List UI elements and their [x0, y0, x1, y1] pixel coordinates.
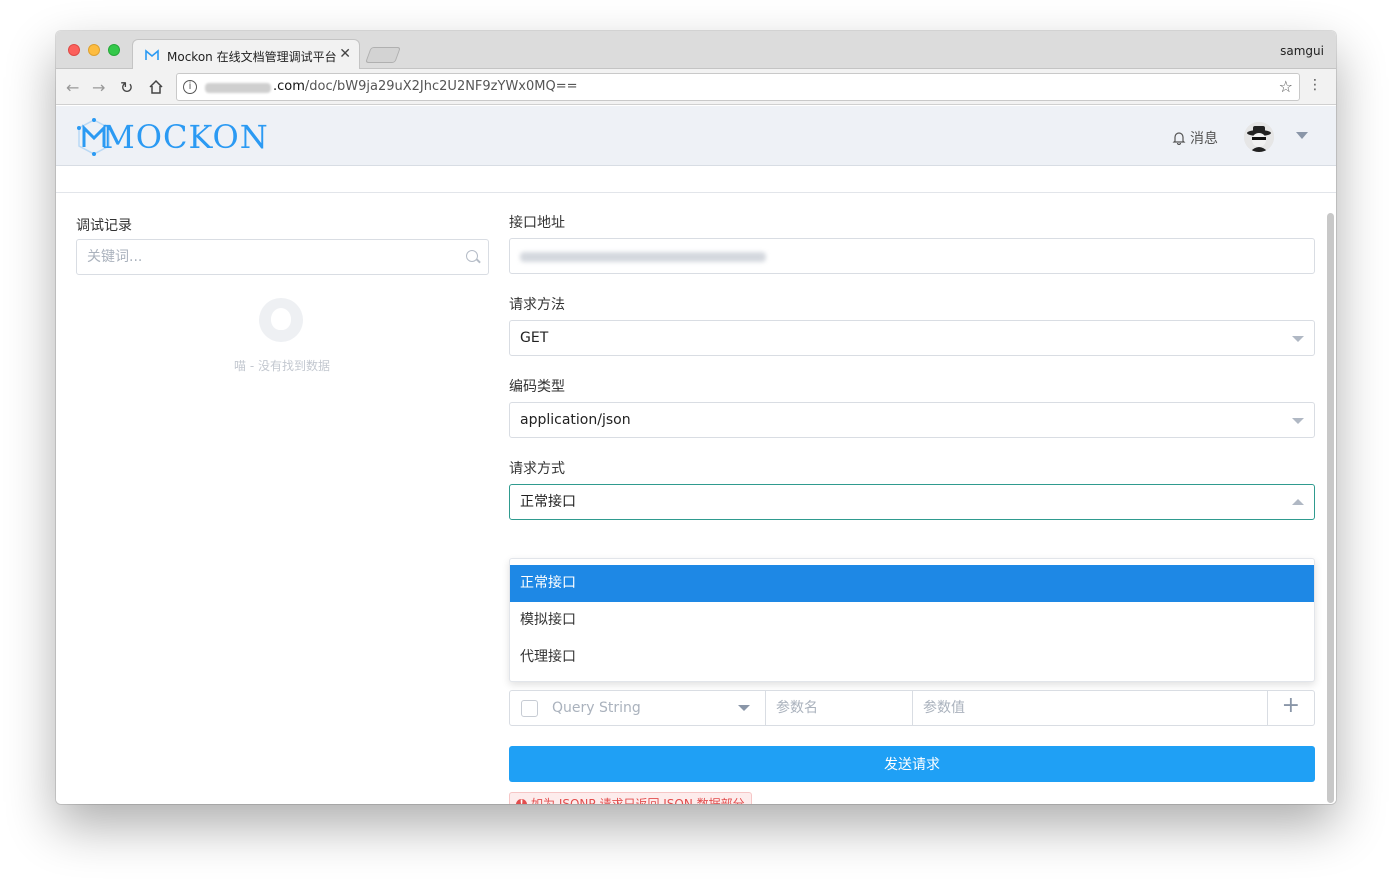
bookmark-star-icon[interactable]: ☆ [1279, 77, 1293, 96]
mode-dropdown: 正常接口 模拟接口 代理接口 [509, 558, 1315, 682]
mode-label: 请求方式 [509, 461, 565, 477]
avatar-hat-icon [1244, 122, 1274, 152]
method-select[interactable]: GET [509, 320, 1315, 356]
tab-close-icon[interactable]: ✕ [339, 46, 351, 62]
new-tab-button[interactable] [365, 47, 401, 63]
blurred-domain [205, 83, 271, 93]
mockon-favicon-icon [145, 49, 159, 60]
url-input[interactable]: i .com/doc/bW9ja29uX2Jhc2U2NF9zYWx0MQ== … [176, 73, 1300, 101]
user-avatar[interactable] [1244, 122, 1274, 152]
divider [1267, 691, 1268, 725]
bell-icon [1172, 132, 1186, 145]
blurred-url-value [520, 252, 766, 262]
browser-user-label[interactable]: samgui [1280, 44, 1324, 58]
url-text: .com/doc/bW9ja29uX2Jhc2U2NF9zYWx0MQ== [273, 79, 578, 94]
main-content: 调试记录 关键词... 喵 - 没有找到数据 接口地址 请求方法 GET 编码类… [56, 193, 1336, 804]
browser-window: Mockon 在线文档管理调试平台 ✕ samgui ← → ↻ i .com/… [56, 31, 1336, 804]
history-label: 调试记录 [76, 218, 132, 234]
home-icon[interactable] [148, 79, 164, 95]
reload-icon[interactable]: ↻ [120, 78, 133, 97]
tip-text: 如为 JSONP 请求只返回 JSON 数据部分 [531, 797, 745, 804]
app-header: MOCKON 消息 [56, 106, 1336, 166]
param-checkbox[interactable] [521, 700, 538, 717]
param-value-input[interactable]: 参数值 [923, 691, 965, 725]
mode-select[interactable]: 正常接口 [509, 484, 1315, 520]
address-bar: ← → ↻ i .com/doc/bW9ja29uX2Jhc2U2NF9zYWx… [56, 69, 1336, 105]
method-value: GET [520, 330, 549, 346]
close-window-button[interactable] [68, 44, 80, 56]
browser-menu-icon[interactable]: ⋮ [1308, 77, 1322, 93]
github-icon [259, 298, 303, 342]
alert-icon: ! [516, 798, 527, 804]
site-info-icon[interactable]: i [183, 80, 197, 94]
api-url-input[interactable] [509, 238, 1315, 274]
mockon-logo[interactable]: MOCKON [76, 118, 269, 156]
param-type-select[interactable]: Query String [552, 691, 641, 725]
history-search-input[interactable]: 关键词... [76, 239, 489, 275]
encoding-label: 编码类型 [509, 379, 565, 395]
encoding-select[interactable]: application/json [509, 402, 1315, 438]
send-request-button[interactable]: 发送请求 [509, 746, 1315, 782]
chevron-down-icon [1292, 418, 1304, 424]
chevron-down-icon[interactable] [1296, 132, 1308, 139]
encoding-value: application/json [520, 412, 631, 428]
back-icon[interactable]: ← [66, 78, 79, 97]
divider [765, 691, 766, 725]
browser-tab[interactable]: Mockon 在线文档管理调试平台 ✕ [132, 39, 360, 70]
messages-link[interactable]: 消息 [1172, 128, 1218, 148]
search-placeholder: 关键词... [87, 249, 143, 265]
scrollbar[interactable] [1327, 213, 1334, 803]
method-label: 请求方法 [509, 297, 565, 313]
param-row: Query String 参数名 参数值 + [509, 690, 1315, 726]
title-bar: Mockon 在线文档管理调试平台 ✕ samgui [56, 31, 1336, 70]
search-icon[interactable] [466, 250, 478, 262]
chevron-down-icon[interactable] [738, 705, 750, 711]
chevron-down-icon [1292, 336, 1304, 342]
maximize-window-button[interactable] [108, 44, 120, 56]
param-name-input[interactable]: 参数名 [776, 691, 818, 725]
tab-title: Mockon 在线文档管理调试平台 [167, 50, 337, 64]
mode-option-mock[interactable]: 模拟接口 [510, 602, 1314, 639]
mode-value: 正常接口 [520, 494, 576, 510]
jsonp-tip: ! 如为 JSONP 请求只返回 JSON 数据部分 [509, 792, 752, 804]
divider [912, 691, 913, 725]
messages-label: 消息 [1190, 131, 1218, 147]
empty-state-text: 喵 - 没有找到数据 [234, 359, 330, 373]
forward-icon[interactable]: → [92, 78, 105, 97]
chevron-up-icon [1292, 499, 1304, 505]
mode-option-proxy[interactable]: 代理接口 [510, 639, 1314, 676]
minimize-window-button[interactable] [88, 44, 100, 56]
logo-text: MOCKON [102, 118, 269, 156]
api-url-label: 接口地址 [509, 215, 565, 231]
mode-option-normal[interactable]: 正常接口 [510, 565, 1314, 602]
sub-bar [56, 167, 1336, 193]
add-param-icon[interactable]: + [1282, 693, 1300, 718]
